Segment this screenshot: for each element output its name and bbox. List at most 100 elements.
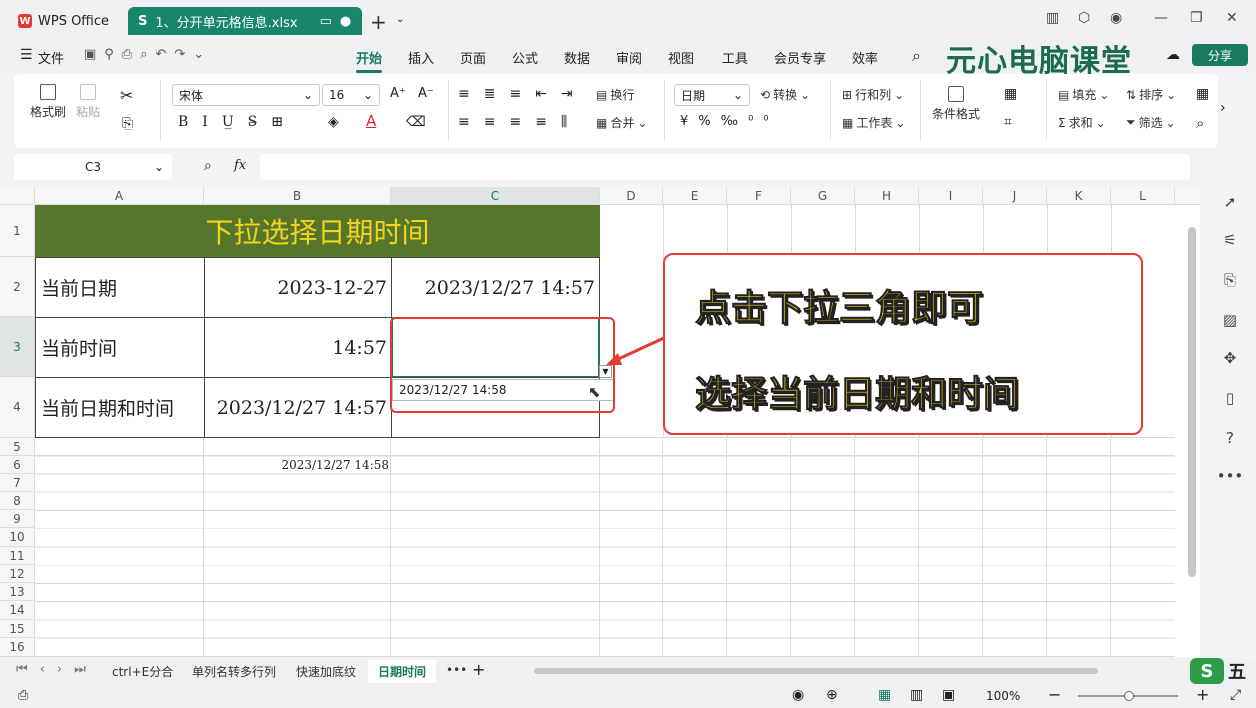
row-header-13[interactable]: 13 xyxy=(0,583,35,601)
minimize-icon[interactable]: — xyxy=(1154,10,1168,26)
menu-home[interactable]: 开始 xyxy=(356,48,383,73)
rows-cols-button[interactable]: ⊞ 行和列 ⌄ xyxy=(842,86,904,103)
menu-page[interactable]: 页面 xyxy=(460,48,486,67)
menu-data[interactable]: 数据 xyxy=(564,48,590,67)
find-icon[interactable]: ⌕ xyxy=(1196,114,1204,132)
row-header-8[interactable]: 8 xyxy=(0,492,35,510)
search-icon[interactable]: ⌕ xyxy=(912,46,921,66)
row-header-2[interactable]: 2 xyxy=(0,257,35,317)
zoom-out-button[interactable]: − xyxy=(1048,685,1061,704)
menu-insert[interactable]: 插入 xyxy=(408,48,434,67)
font-family-select[interactable]: 宋体 ⌄ xyxy=(172,84,320,106)
font-size-select[interactable]: 16 ⌄ xyxy=(322,84,380,106)
cell-a2[interactable]: 当前日期 xyxy=(35,257,205,318)
row-header-3[interactable]: 3 xyxy=(0,317,35,377)
add-sheet-button[interactable]: + xyxy=(472,660,485,679)
cell-b4[interactable]: 2023/12/27 14:57 xyxy=(204,377,392,438)
zoom-level[interactable]: 100% xyxy=(986,689,1020,703)
number-format-icons[interactable]: ¥%‰⁰⁰ xyxy=(680,114,779,129)
cell-style-icon[interactable]: ▦ xyxy=(1004,86,1017,102)
fill-button[interactable]: ▤ 填充 ⌄ xyxy=(1058,86,1109,103)
merge-button[interactable]: ▦ 合并 ⌄ xyxy=(596,114,647,131)
decrease-font-icon[interactable]: A⁻ xyxy=(418,86,434,101)
row-header-5[interactable]: 5 xyxy=(0,438,35,456)
sheet-tab[interactable]: 单列名转多行列 xyxy=(192,663,276,680)
select-icon[interactable]: ➚ xyxy=(1220,192,1240,212)
crop-icon[interactable]: ⌗ xyxy=(1004,114,1012,130)
adjust-icon[interactable]: ⚟ xyxy=(1220,230,1240,250)
col-header-h[interactable]: H xyxy=(855,187,919,205)
menu-efficiency[interactable]: 效率 xyxy=(852,48,878,67)
font-style-buttons[interactable]: BIU̲S̶⊞ xyxy=(178,114,297,130)
col-header-f[interactable]: F xyxy=(727,187,791,205)
zoom-slider-thumb[interactable] xyxy=(1124,691,1134,701)
alignment-top-row[interactable]: ≡≣≡⇤⇥ xyxy=(458,86,587,102)
maximize-icon[interactable]: ❐ xyxy=(1190,10,1203,26)
filter-button[interactable]: ⏷ 筛选 ⌄ xyxy=(1126,114,1176,131)
sheet-tab[interactable]: ctrl+E分合 xyxy=(112,663,173,680)
menu-tools[interactable]: 工具 xyxy=(722,48,748,67)
cell-b3[interactable]: 14:57 xyxy=(204,317,392,378)
book-icon[interactable]: ▯ xyxy=(1220,388,1240,408)
row-header-9[interactable]: 9 xyxy=(0,510,35,528)
col-header-l[interactable]: L xyxy=(1111,187,1175,205)
col-header-i[interactable]: I xyxy=(919,187,983,205)
eraser-icon[interactable]: ⌫ xyxy=(406,114,426,130)
font-color-icon[interactable]: A xyxy=(366,112,376,130)
row-header-1[interactable]: 1 xyxy=(0,205,35,257)
select-all-corner[interactable] xyxy=(0,187,35,205)
fullscreen-icon[interactable]: ⤢ xyxy=(1230,687,1241,703)
row-header-4[interactable]: 4 xyxy=(0,377,35,438)
col-header-g[interactable]: G xyxy=(791,187,855,205)
new-tab-button[interactable]: + xyxy=(370,10,387,34)
sort-button[interactable]: ⇅ 排序 ⌄ xyxy=(1126,86,1176,103)
col-header-a[interactable]: A xyxy=(35,187,204,205)
wps-office-tab[interactable]: W WPS Office xyxy=(8,7,120,35)
freeze-icon[interactable]: ▦ xyxy=(1196,86,1209,102)
unsaved-dot-icon[interactable]: ● xyxy=(340,14,351,29)
copy-icon[interactable]: ⎘ xyxy=(122,116,133,132)
help-icon[interactable]: ? xyxy=(1220,428,1240,448)
page-layout-icon[interactable]: ▥ xyxy=(910,687,923,703)
normal-view-icon[interactable]: ▦ xyxy=(878,687,891,703)
zoom-in-button[interactable]: + xyxy=(1196,685,1209,704)
col-header-e[interactable]: E xyxy=(663,187,727,205)
menu-view[interactable]: 视图 xyxy=(668,48,694,67)
close-icon[interactable]: ✕ xyxy=(1226,10,1238,26)
sheet-nav-icons[interactable]: ⏮‹›⏭ xyxy=(16,662,98,677)
row-header-15[interactable]: 15 xyxy=(0,620,35,638)
alignment-bottom-row[interactable]: ≡≡≡≡⫼ xyxy=(458,114,581,130)
title-cell[interactable]: 下拉选择日期时间 xyxy=(35,205,600,257)
conditional-format-button[interactable]: 条件格式 xyxy=(932,86,980,122)
more-icon[interactable]: ••• xyxy=(1217,466,1244,486)
col-header-c[interactable]: C xyxy=(391,187,600,205)
ribbon-more-icon[interactable]: › xyxy=(1220,100,1226,116)
menu-file[interactable]: 文件 xyxy=(38,48,64,67)
tab-list-chevron-icon[interactable]: ⌄ xyxy=(396,14,404,25)
chart-icon[interactable]: ▨ xyxy=(1220,310,1240,330)
cell-c2[interactable]: 2023/12/27 14:57 xyxy=(391,257,600,318)
paste-special-icon[interactable]: ⎘ xyxy=(1220,270,1240,290)
col-header-j[interactable]: J xyxy=(983,187,1047,205)
fill-color-icon[interactable]: ◈ xyxy=(328,114,339,130)
menu-member[interactable]: 会员专享 xyxy=(774,48,826,67)
row-header-11[interactable]: 11 xyxy=(0,547,35,565)
row-header-7[interactable]: 7 xyxy=(0,474,35,492)
cell-a3[interactable]: 当前时间 xyxy=(35,317,205,378)
row-header-14[interactable]: 14 xyxy=(0,601,35,620)
share-button[interactable]: 分享 xyxy=(1192,44,1248,66)
increase-font-icon[interactable]: A⁺ xyxy=(390,86,406,101)
convert-button[interactable]: ⟲ 转换 ⌄ xyxy=(760,86,810,103)
avatar[interactable]: ◉ xyxy=(1110,10,1122,26)
cut-icon[interactable]: ✂ xyxy=(120,86,133,105)
sheet-more-icon[interactable]: ••• xyxy=(446,663,467,677)
row-header-10[interactable]: 10 xyxy=(0,528,35,547)
col-header-d[interactable]: D xyxy=(600,187,663,205)
zoom-formula-icon[interactable]: ⌕ xyxy=(204,158,212,174)
sum-button[interactable]: Σ 求和 ⌄ xyxy=(1058,114,1106,131)
col-header-k[interactable]: K xyxy=(1047,187,1111,205)
number-format-select[interactable]: 日期 ⌄ xyxy=(674,84,750,106)
sheet-tab-active[interactable]: 日期时间 xyxy=(368,660,437,683)
name-box[interactable]: C3 ⌄ xyxy=(14,154,172,180)
quick-access-icons[interactable]: ▣⚲⎙⌕↶↷⌄ xyxy=(84,47,212,62)
